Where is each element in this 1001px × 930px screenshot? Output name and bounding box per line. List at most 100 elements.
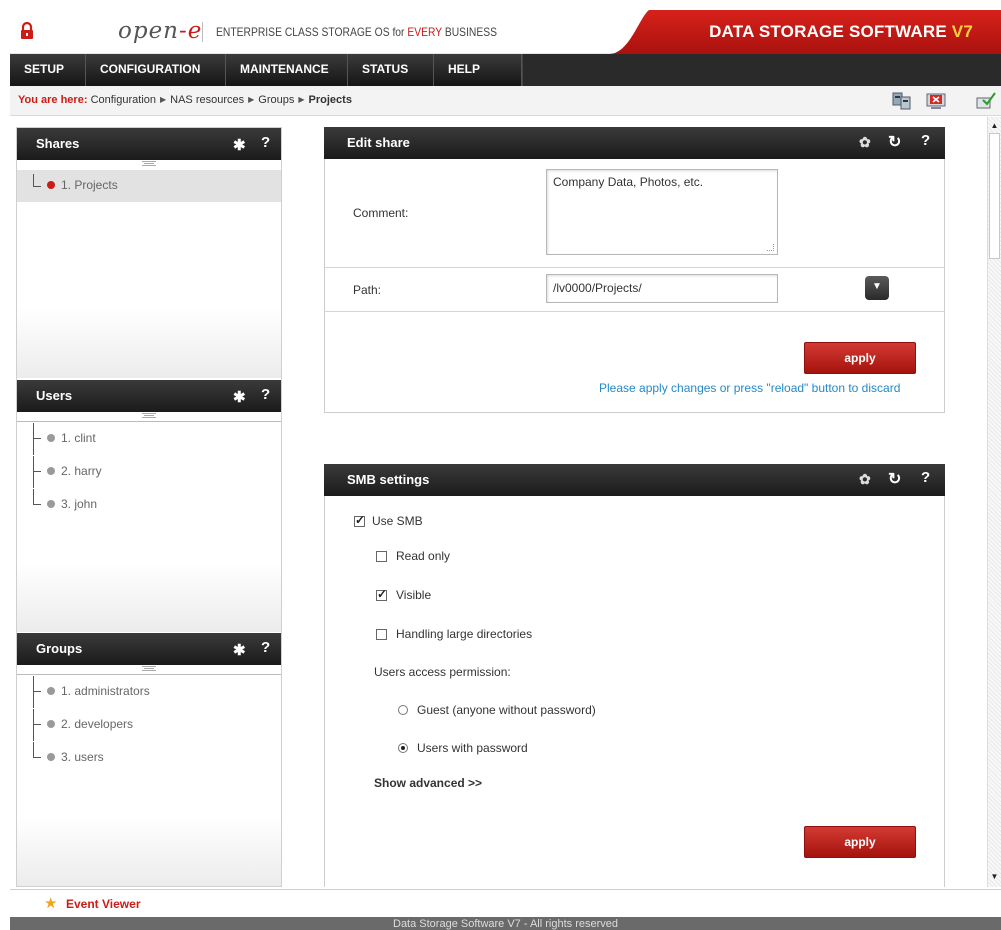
top-banner: open-e ENTERPRISE CLASS STORAGE OS for E… [10, 10, 1001, 54]
group-status-dot [47, 687, 55, 695]
product-title: DATA STORAGE SOFTWARE V7 [709, 22, 973, 41]
row-divider [325, 267, 944, 268]
group-item-label: 2. developers [61, 717, 134, 731]
smb-settings-header: SMB settings ✿ ↻ ? [324, 464, 945, 496]
guest-radio[interactable] [398, 705, 408, 715]
gear-icon[interactable]: ✱ [233, 641, 246, 659]
footer-text: Data Storage Software V7 - All rights re… [393, 918, 618, 930]
comment-label: Comment: [353, 206, 409, 220]
shares-panel-title: Shares [36, 136, 80, 151]
user-status-dot [47, 434, 55, 442]
open-e-logo: open-e [118, 18, 203, 44]
large-directories-label: Handling large directories [396, 627, 533, 641]
breadcrumb-item-configuration[interactable]: Configuration [91, 94, 156, 106]
scrollbar-thumb[interactable] [989, 133, 1000, 259]
path-value: /lv0000/Projects/ [553, 281, 642, 295]
scroll-down-icon[interactable]: ▼ [988, 870, 1001, 883]
panel-resize-grip[interactable] [142, 161, 156, 166]
users-panel-title: Users [36, 388, 73, 403]
use-smb-checkbox[interactable] [354, 513, 365, 527]
menu-configuration[interactable]: CONFIGURATION [86, 54, 226, 86]
event-viewer-link[interactable]: Event Viewer [66, 897, 140, 911]
use-smb-label: Use SMB [372, 514, 423, 528]
path-input[interactable]: /lv0000/Projects/ [546, 274, 778, 303]
visible-checkbox[interactable] [376, 587, 387, 601]
help-icon[interactable]: ? [921, 132, 930, 149]
edit-share-box: Edit share ✿ ↻ ? Comment: Company Data, … [324, 127, 945, 413]
chevron-down-icon: ▼ [872, 281, 882, 292]
smb-apply-button[interactable]: apply [804, 826, 916, 858]
reload-icon[interactable]: ↻ [888, 132, 901, 152]
panel-fade [17, 816, 281, 886]
tagline-separator [202, 22, 203, 42]
network-icon[interactable] [891, 91, 913, 111]
menu-status[interactable]: STATUS [348, 54, 434, 86]
group-item-label: 1. administrators [61, 684, 150, 698]
vertical-scrollbar[interactable]: ▲ ▼ [987, 117, 1001, 887]
scroll-up-icon[interactable]: ▲ [988, 119, 1001, 132]
reload-icon[interactable]: ↻ [888, 469, 901, 489]
breadcrumb-item-groups[interactable]: Groups [258, 94, 294, 106]
menu-filler [522, 54, 1001, 86]
edit-share-apply-button[interactable]: apply [804, 342, 916, 374]
tree-line [33, 691, 41, 692]
groups-panel-header: Groups ✱ ? [17, 633, 281, 665]
user-item-label: 3. john [61, 497, 98, 511]
visible-label: Visible [396, 588, 432, 602]
group-item-users[interactable]: 3. users [17, 742, 281, 774]
large-directories-checkbox[interactable] [376, 629, 387, 640]
user-item-label: 1. clint [61, 431, 96, 445]
gear-icon[interactable]: ✱ [233, 136, 246, 154]
left-sidebar: Shares ✱ ? 1. Projects Users ✱ ? 1. clin… [16, 127, 282, 887]
groups-panel-title: Groups [36, 641, 83, 656]
user-item-harry[interactable]: 2. harry [17, 456, 281, 488]
panel-resize-grip[interactable] [142, 666, 156, 671]
logout-icon[interactable] [925, 91, 947, 111]
help-icon[interactable]: ? [921, 469, 930, 486]
user-item-clint[interactable]: 1. clint [17, 423, 281, 455]
menu-maintenance[interactable]: MAINTENANCE [226, 54, 348, 86]
help-icon[interactable]: ? [261, 639, 270, 656]
spinner-icon: ✿ [859, 471, 871, 487]
comment-textarea[interactable]: Company Data, Photos, etc. [546, 169, 778, 255]
help-icon[interactable]: ? [261, 386, 270, 403]
main-menu: SETUP CONFIGURATION MAINTENANCE STATUS H… [10, 54, 1001, 86]
read-only-label: Read only [396, 549, 451, 563]
path-dropdown-button[interactable]: ▼ [865, 276, 889, 300]
users-with-password-radio[interactable] [398, 743, 408, 753]
star-icon: ★ [44, 895, 58, 912]
group-status-dot [47, 720, 55, 728]
panel-fade [17, 562, 281, 632]
smb-settings-box: SMB settings ✿ ↻ ? Use SMB Read only Vis… [324, 464, 945, 887]
gear-icon[interactable]: ✱ [233, 388, 246, 406]
tree-line [33, 489, 34, 505]
tagline: ENTERPRISE CLASS STORAGE OS for EVERY BU… [216, 25, 498, 39]
path-label: Path: [353, 283, 382, 297]
menu-help[interactable]: HELP [434, 54, 522, 86]
access-permission-label: Users access permission: [374, 665, 511, 679]
user-item-john[interactable]: 3. john [17, 489, 281, 521]
smb-settings-title: SMB settings [347, 472, 430, 487]
share-item-projects[interactable]: 1. Projects [17, 170, 281, 202]
spinner-icon: ✿ [859, 134, 871, 150]
group-item-developers[interactable]: 2. developers [17, 709, 281, 741]
tree-line [33, 757, 41, 758]
resize-handle-icon[interactable] [767, 244, 774, 251]
tree-line [33, 676, 34, 708]
tree-line [33, 438, 41, 439]
group-item-administrators[interactable]: 1. administrators [17, 676, 281, 708]
tree-line [33, 471, 41, 472]
menu-setup[interactable]: SETUP [10, 54, 86, 86]
read-only-checkbox[interactable] [376, 551, 387, 562]
share-item-label: 1. Projects [61, 178, 118, 192]
breadcrumb-item-nas-resources[interactable]: NAS resources [170, 94, 244, 106]
breadcrumb-prefix: You are here: [18, 94, 88, 106]
edit-share-header: Edit share ✿ ↻ ? [324, 127, 945, 159]
panel-divider [17, 674, 281, 675]
help-icon[interactable]: ? [261, 134, 270, 151]
panel-resize-grip[interactable] [142, 413, 156, 418]
show-advanced-link[interactable]: Show advanced >> [374, 776, 482, 790]
lock-icon [21, 22, 33, 39]
save-config-icon[interactable] [974, 91, 996, 111]
breadcrumb-arrow-icon: ▶ [160, 95, 167, 104]
